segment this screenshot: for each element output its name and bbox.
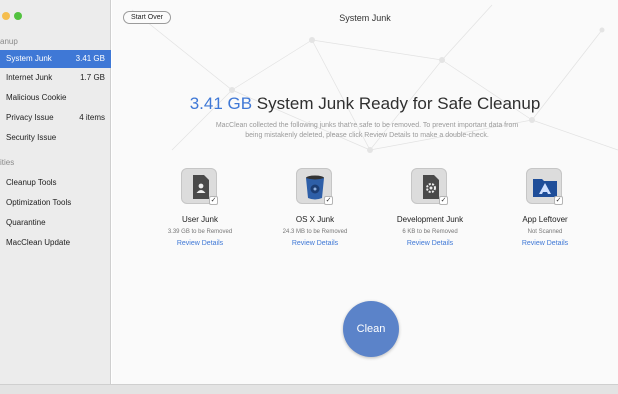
- sidebar-item-value: 4 items: [79, 113, 105, 122]
- clean-button[interactable]: Clean: [343, 301, 399, 357]
- sidebar-item-label: Internet Junk: [6, 73, 53, 82]
- main-panel: Start Over System Junk 3.41 GB System Ju…: [112, 0, 618, 384]
- sidebar-item-malicious-cookie[interactable]: Malicious Cookie: [0, 89, 111, 107]
- checkbox-osx-junk[interactable]: ✓: [324, 196, 333, 205]
- card-name: OS X Junk: [295, 215, 335, 224]
- sidebar-item-cleanup-tools[interactable]: Cleanup Tools: [0, 174, 111, 192]
- sidebar: anup System Junk 3.41 GB Internet Junk 1…: [0, 0, 111, 384]
- review-details-link[interactable]: Review Details: [495, 240, 595, 247]
- junk-size: 3.41 GB: [189, 94, 253, 113]
- checkbox-app-leftover[interactable]: ✓: [554, 196, 563, 205]
- review-details-link[interactable]: Review Details: [380, 240, 480, 247]
- sidebar-item-internet-junk[interactable]: Internet Junk 1.7 GB: [0, 69, 111, 87]
- headline-text: System Junk Ready for Safe Cleanup: [252, 94, 541, 113]
- app-window: anup System Junk 3.41 GB Internet Junk 1…: [0, 0, 618, 394]
- window-bottom-edge: [0, 384, 618, 394]
- sidebar-item-value: 3.41 GB: [75, 54, 105, 63]
- sidebar-item-optimization-tools[interactable]: Optimization Tools: [0, 194, 111, 212]
- card-size: 6 KB to be Removed: [402, 229, 458, 235]
- checkbox-user-junk[interactable]: ✓: [209, 196, 218, 205]
- sidebar-section-utilities: ities: [0, 158, 15, 167]
- card-name: App Leftover: [522, 215, 568, 224]
- sidebar-item-value: 1.7 GB: [80, 73, 105, 82]
- card-size: 24.3 MB to be Removed: [282, 229, 348, 235]
- sidebar-item-quarantine[interactable]: Quarantine: [0, 214, 111, 232]
- card-size: 3.39 GB to be Removed: [167, 229, 233, 235]
- sidebar-item-label: Cleanup Tools: [6, 178, 57, 187]
- sidebar-item-label: Quarantine: [6, 218, 46, 227]
- zoom-button[interactable]: [14, 12, 22, 20]
- checkbox-development-junk[interactable]: ✓: [439, 196, 448, 205]
- sidebar-item-system-junk[interactable]: System Junk 3.41 GB: [0, 50, 111, 68]
- sidebar-item-label: MacClean Update: [6, 238, 71, 247]
- card-size: Not Scanned: [527, 229, 563, 235]
- sidebar-item-label: Privacy Issue: [6, 113, 54, 122]
- title-bar: Start Over System Junk: [112, 8, 618, 26]
- sidebar-item-label: Security Issue: [6, 133, 57, 142]
- sidebar-item-label: System Junk: [6, 54, 52, 63]
- headline: 3.41 GB System Junk Ready for Safe Clean…: [112, 94, 618, 114]
- description-text: MacClean collected the following junks t…: [215, 122, 519, 139]
- sidebar-item-label: Malicious Cookie: [6, 93, 67, 102]
- sidebar-item-label: Optimization Tools: [6, 198, 72, 207]
- card-name: User Junk: [181, 215, 218, 224]
- review-details-link[interactable]: Review Details: [150, 240, 250, 247]
- sidebar-item-security-issue[interactable]: Security Issue: [0, 129, 111, 147]
- card-name: Development Junk: [396, 215, 464, 224]
- minimize-button[interactable]: [2, 12, 10, 20]
- sidebar-item-macclean-update[interactable]: MacClean Update: [0, 234, 111, 252]
- sidebar-item-privacy-issue[interactable]: Privacy Issue 4 items: [0, 109, 111, 127]
- window-title: System Junk: [339, 13, 391, 23]
- sidebar-section-cleanup: anup: [0, 37, 18, 46]
- review-details-link[interactable]: Review Details: [265, 240, 365, 247]
